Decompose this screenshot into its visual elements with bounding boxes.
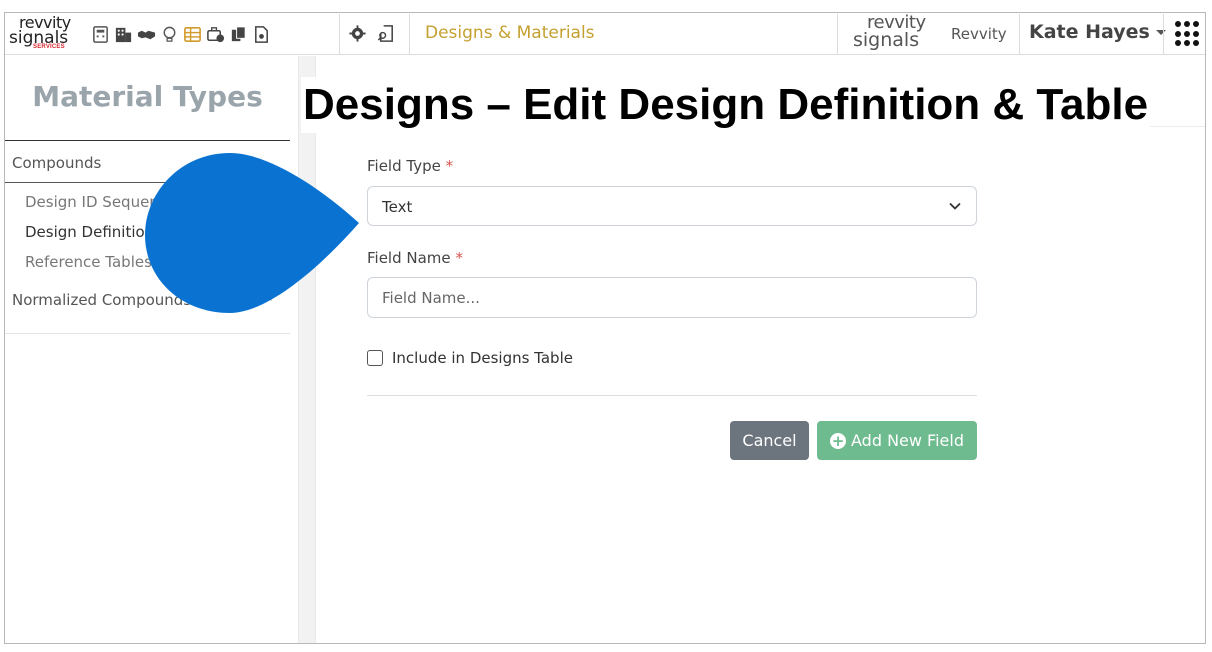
nav-separator [1019, 14, 1020, 54]
sidebar: Material Types Compounds Design ID Seque… [5, 56, 290, 643]
chevron-down-icon [949, 202, 961, 210]
field-name-input[interactable] [367, 277, 977, 318]
include-in-table-checkbox[interactable] [367, 350, 383, 366]
user-menu[interactable]: Kate Hayes [1029, 21, 1166, 43]
nav-separator [1163, 14, 1164, 54]
clipboard-copy-icon[interactable] [227, 23, 249, 45]
add-new-field-button[interactable]: + Add New Field [817, 421, 977, 460]
plus-circle-icon: + [830, 431, 846, 450]
sidebar-title: Material Types [32, 80, 263, 113]
sidebar-divider [5, 333, 290, 334]
field-name-label: Field Name * [367, 249, 463, 267]
top-navbar: revvity signals SERVICES Designs & Mater… [5, 13, 1205, 55]
handshake-icon[interactable] [135, 23, 157, 45]
include-in-table-row[interactable]: Include in Designs Table [367, 349, 573, 367]
table-icon[interactable] [181, 23, 203, 45]
nav-icon-bar [89, 22, 273, 46]
field-type-label: Field Type * [367, 157, 453, 175]
panel-splitter[interactable] [298, 56, 316, 643]
caret-down-icon [1155, 29, 1166, 35]
logo-tag-text: SERVICES [33, 44, 65, 50]
sidebar-item-compounds[interactable]: Compounds [12, 154, 101, 172]
include-in-table-label: Include in Designs Table [392, 349, 573, 367]
calculator-icon[interactable] [89, 23, 111, 45]
overlay-headline: Designs – Edit Design Definition & Table [301, 77, 1151, 133]
form-divider [367, 395, 977, 396]
required-marker: * [455, 249, 463, 267]
sidebar-subitem-design-id-sequence[interactable]: Design ID Sequen [25, 193, 159, 211]
add-new-field-label: Add New Field [851, 431, 964, 450]
search-document-icon[interactable] [375, 22, 397, 44]
required-marker: * [445, 157, 454, 175]
briefcase-clock-icon[interactable] [204, 23, 226, 45]
user-name: Kate Hayes [1029, 21, 1150, 43]
callout-pointer-shape [145, 153, 359, 313]
document-icon[interactable] [250, 23, 272, 45]
app-window: revvity signals SERVICES Designs & Mater… [4, 12, 1206, 644]
field-type-value: Text [382, 198, 413, 216]
nav-separator [409, 14, 410, 54]
cancel-button[interactable]: Cancel [730, 421, 809, 460]
section-title[interactable]: Designs & Materials [425, 23, 595, 43]
sidebar-divider [5, 140, 290, 141]
field-type-select[interactable]: Text [367, 186, 977, 226]
nav-separator [339, 14, 340, 54]
logo-bottom-text: signals [853, 29, 920, 51]
sidebar-subitem-design-definition[interactable]: Design Definition [25, 223, 154, 241]
signals-logo[interactable]: revvity signals SERVICES [9, 13, 79, 53]
field-type-label-text: Field Type [367, 157, 441, 175]
sidebar-subitem-reference-tables[interactable]: Reference Tables [25, 253, 152, 271]
revvity-signals-logo: revvity signals [851, 13, 935, 53]
main-panel: Field Type * Text Field Name * Include i… [317, 56, 1205, 643]
apps-grid-icon[interactable] [1175, 21, 1201, 47]
field-name-label-text: Field Name [367, 249, 451, 267]
lightbulb-icon[interactable] [158, 23, 180, 45]
nav-separator [837, 14, 838, 54]
gear-icon[interactable] [346, 22, 368, 44]
org-name: Revvity [951, 25, 1007, 43]
building-icon[interactable] [112, 23, 134, 45]
